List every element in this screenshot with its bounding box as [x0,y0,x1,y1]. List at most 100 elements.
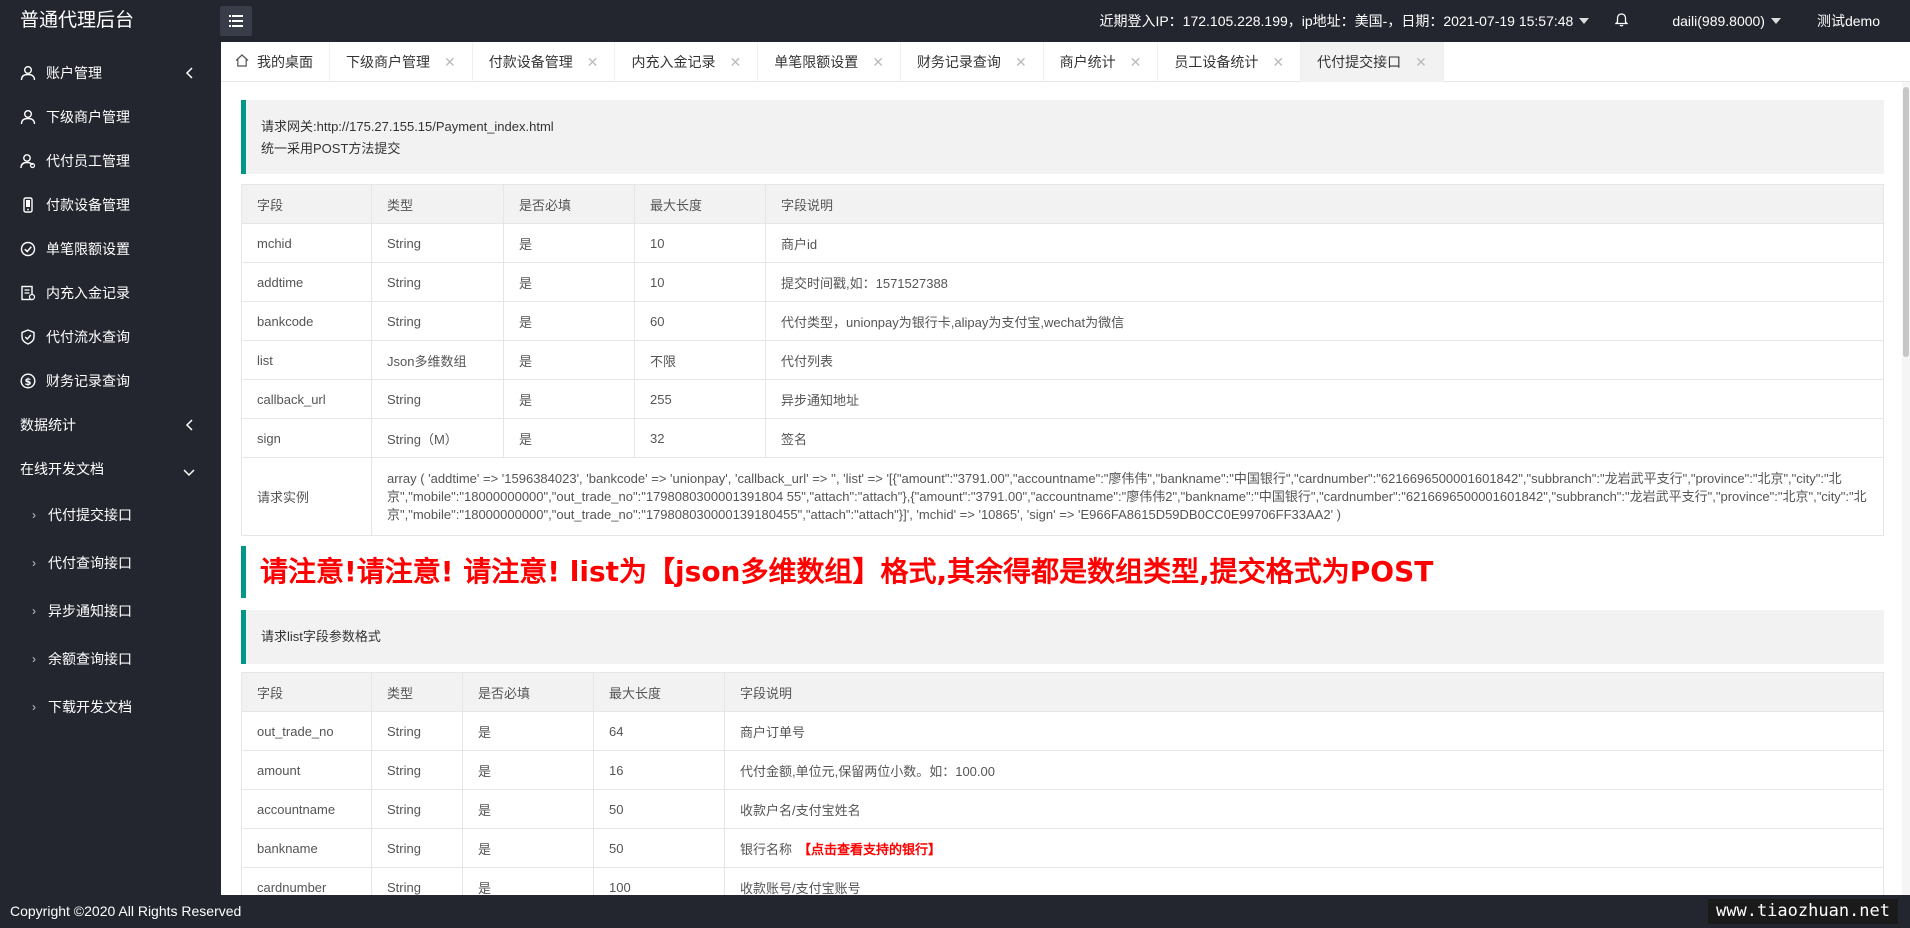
user-dropdown[interactable]: daili(989.8000) [1672,13,1781,29]
tab-limits[interactable]: 单笔限额设置 ✕ [758,42,901,82]
list-params-table: 字段 类型 是否必填 最大长度 字段说明 out_trade_no String 是… [241,672,1884,895]
cell: 16 [593,750,725,790]
supported-banks-link[interactable]: 【点击查看支持的银行】 [798,842,941,857]
table-header: 是否必填 [462,672,594,712]
cell: 60 [634,301,766,341]
sidebar-item-label: 代付流水查询 [46,329,130,345]
tab-merchants[interactable]: 下级商户管理 ✕ [330,42,473,82]
table-row: bankname String 是 50 银行名称 【点击查看支持的银行】 [241,828,1884,868]
sidebar-group-label: 在线开发文档 [20,461,104,477]
gateway-info: 请求网关:http://175.27.155.15/Payment_index.… [241,100,1884,174]
cell: String [371,711,463,751]
close-icon[interactable]: ✕ [1272,54,1284,71]
sidebar-item-account[interactable]: 账户管理 [0,51,221,95]
sidebar: 账户管理 下级商户管理 代付员工管理 付款设备管理 单笔限额设置 内充入金记录 … [0,42,221,895]
cell: String [371,828,463,868]
bell-icon[interactable] [1614,12,1629,30]
table-row: list Json多维数组是不限 代付列表 [241,340,1884,380]
sidebar-sub-query[interactable]: › 代付查询接口 [0,539,221,587]
tab-label: 付款设备管理 [488,54,573,70]
tab-submit-api[interactable]: 代付提交接口 ✕ [1301,42,1444,82]
table-header: 字段说明 [724,672,1884,712]
sidebar-item-staff[interactable]: 代付员工管理 [0,139,221,183]
cell: 100 [593,867,725,895]
cell: 代付金额,单位元,保留两位小数。如：100.00 [724,750,1884,790]
scrollbar-thumb[interactable] [1903,87,1909,357]
cell: 代付列表 [765,340,1884,380]
table-header-row: 字段 类型 是否必填 最大长度 字段说明 [241,184,1884,224]
cell: 是 [503,262,635,302]
cell: String [371,223,504,263]
cell: 签名 [765,418,1884,458]
sidebar-item-deposits[interactable]: 内充入金记录 [0,271,221,315]
tab-finance[interactable]: 财务记录查询 ✕ [901,42,1044,82]
close-icon[interactable]: ✕ [587,54,599,71]
tab-devices[interactable]: 付款设备管理 ✕ [473,42,616,82]
cell: 请求实例 [241,457,372,536]
tab-merchant-stats[interactable]: 商户统计 ✕ [1044,42,1159,82]
table-header: 类型 [371,672,463,712]
params-table: 字段 类型 是否必填 最大长度 字段说明 mchid String 是 10 商户id … [241,184,1884,536]
cell: 商户订单号 [724,711,1884,751]
tab-desktop[interactable]: 我的桌面 [221,42,330,82]
cell: String（M） [371,418,504,458]
close-icon[interactable]: ✕ [729,54,741,71]
main-content: 请求网关:http://175.27.155.15/Payment_index.… [221,82,1910,895]
tab-label: 我的桌面 [257,54,313,70]
table-header: 类型 [371,184,504,224]
sidebar-sub-label: 代付查询接口 [48,555,132,571]
tab-label: 单笔限额设置 [774,54,859,70]
table-row: cardnumber String 是 100 收款账号/支付宝账号 [241,867,1884,895]
sidebar-group-label: 数据统计 [20,417,76,433]
table-row: accountname String 是 50 收款户名/支付宝姓名 [241,789,1884,829]
cell: 是 [462,789,594,829]
cell: String [371,750,463,790]
sidebar-item-label: 财务记录查询 [46,373,130,389]
login-info-dropdown[interactable]: 近期登入IP：172.105.228.199，ip地址：美国-，日期：2021-… [1099,11,1590,31]
cell: 收款账号/支付宝账号 [724,867,1884,895]
cell: String [371,789,463,829]
chevron-down-icon [1579,18,1590,24]
close-icon[interactable]: ✕ [1130,54,1142,71]
cell: bankcode [241,301,372,341]
sidebar-sub-label: 余额查询接口 [48,651,132,667]
cell: String [371,262,504,302]
tab-device-stats[interactable]: 员工设备统计 ✕ [1158,42,1302,82]
sidebar-group-stats[interactable]: 数据统计 [0,403,221,447]
sidebar-item-devices[interactable]: 付款设备管理 [0,183,221,227]
user-name-link[interactable]: 测试demo [1817,11,1880,31]
sidebar-item-label: 内充入金记录 [46,285,130,301]
sidebar-group-docs[interactable]: 在线开发文档 [0,447,221,491]
cell: 是 [462,711,594,751]
sidebar-sub-notify[interactable]: › 异步通知接口 [0,587,221,635]
sidebar-item-merchants[interactable]: 下级商户管理 [0,95,221,139]
content-scrollbar[interactable] [1902,82,1910,895]
table-row: out_trade_no String 是 64 商户订单号 [241,711,1884,751]
app-logo[interactable]: 普通代理后台 [20,0,134,42]
menu-toggle-button[interactable] [220,6,252,36]
sidebar-sub-submit[interactable]: › 代付提交接口 [0,491,221,539]
list-format-title: 请求list字段参数格式 [241,610,1884,664]
cell: 是 [462,828,594,868]
cell: callback_url [241,379,372,419]
tab-deposits[interactable]: 内充入金记录 ✕ [615,42,759,82]
sidebar-item-limits[interactable]: 单笔限额设置 [0,227,221,271]
sidebar-sub-download[interactable]: › 下载开发文档 [0,683,221,731]
sidebar-item-flow[interactable]: 代付流水查询 [0,315,221,359]
cell: 是 [503,340,635,380]
sidebar-sub-balance[interactable]: › 余额查询接口 [0,635,221,683]
cell: String [371,867,463,895]
chevron-left-icon [185,66,193,82]
close-icon[interactable]: ✕ [1415,54,1427,71]
close-icon[interactable]: ✕ [444,54,456,71]
cell: 是 [503,301,635,341]
sidebar-sub-label: 异步通知接口 [48,603,132,619]
copyright-text: Copyright ©2020 All Rights Reserved [10,903,242,919]
close-icon[interactable]: ✕ [1015,54,1027,71]
table-header-row: 字段 类型 是否必填 最大长度 字段说明 [241,672,1884,712]
sidebar-item-finance[interactable]: $ 财务记录查询 [0,359,221,403]
close-icon[interactable]: ✕ [872,54,884,71]
cell: 不限 [634,340,766,380]
cell: 10 [634,223,766,263]
dollar-icon: $ [20,373,36,389]
